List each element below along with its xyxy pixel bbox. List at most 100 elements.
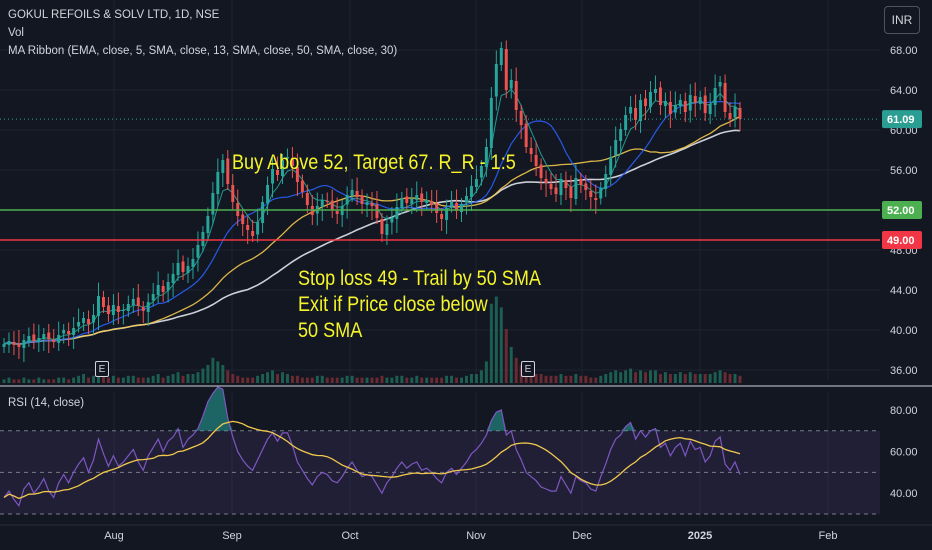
volume-bar [151, 375, 155, 383]
volume-bar [320, 375, 324, 383]
candle-body [171, 274, 175, 283]
candle-body [624, 115, 628, 130]
time-axis-label: Dec [572, 530, 592, 542]
volume-bar [67, 379, 71, 383]
time-axis-label: 2025 [688, 530, 712, 542]
volume-bar [604, 374, 608, 383]
volume-bar [509, 347, 513, 383]
candle-body [574, 178, 578, 199]
volume-bar [106, 377, 110, 383]
volume-bar [375, 377, 379, 383]
volume-bar [584, 375, 588, 383]
volume-bar [445, 375, 449, 383]
volume-bar [181, 375, 185, 383]
volume-bar [639, 370, 643, 383]
earnings-badge[interactable]: E [521, 361, 535, 377]
candle-body [584, 183, 588, 190]
candle-body [564, 180, 568, 188]
candle-body [22, 340, 26, 348]
volume-bar [534, 374, 538, 383]
candle-body [499, 48, 503, 65]
volume-bar [733, 374, 737, 383]
candle-body [489, 98, 493, 148]
candle-body [569, 186, 573, 198]
candle-body [474, 179, 478, 187]
candle-body [658, 87, 662, 105]
volume-bar [668, 374, 672, 383]
volume-bar [499, 307, 503, 383]
volume-bar [126, 375, 130, 383]
candle-body [206, 216, 210, 233]
price-tick-label: 64.00 [890, 85, 918, 97]
candle-body [663, 101, 667, 106]
volume-bar [479, 370, 483, 383]
stop-annotation-line2: Exit if Price close below [298, 293, 488, 316]
volume-bar [539, 374, 543, 383]
candle-body [400, 198, 404, 208]
candle-body [116, 306, 120, 312]
volume-bar [141, 377, 145, 383]
volume-bar [196, 372, 200, 383]
volume-bar [489, 303, 493, 383]
candle-body [554, 187, 558, 194]
volume-bar [728, 374, 732, 383]
currency-button[interactable]: INR [884, 6, 920, 34]
volume-bar [415, 375, 419, 383]
volume-bar [156, 374, 160, 383]
volume-bar [211, 357, 215, 383]
candle-body [440, 214, 444, 219]
candle-body [32, 334, 36, 341]
candle-body [12, 342, 16, 345]
volume-bar [425, 377, 429, 383]
volume-bar [619, 372, 623, 383]
candle-body [469, 186, 473, 197]
candle-body [131, 299, 135, 305]
candle-body [241, 214, 245, 224]
volume-bar [241, 377, 245, 383]
rsi-tick-label: 40.00 [890, 488, 918, 500]
candle-body [683, 101, 687, 112]
candle-body [723, 83, 727, 112]
candle-body [639, 100, 643, 121]
candle-body [614, 140, 618, 156]
time-axis-label: Nov [466, 530, 486, 542]
candle-body [146, 302, 150, 312]
volume-bar [27, 379, 31, 383]
volume-bar [17, 379, 21, 383]
volume-bar [166, 375, 170, 383]
candle-body [673, 105, 677, 113]
candle-body [27, 336, 31, 341]
volume-bar [57, 377, 61, 383]
candle-body [370, 203, 374, 206]
candle-body [360, 195, 364, 204]
volume-bar [171, 374, 175, 383]
volume-bar [261, 374, 265, 383]
candle-body [305, 193, 309, 205]
volume-bar [693, 374, 697, 383]
volume-bar [738, 375, 742, 383]
stop-annotation-line3: 50 SMA [298, 319, 363, 342]
volume-bar [460, 377, 463, 383]
volume-bar [310, 377, 314, 383]
candle-body [415, 195, 419, 200]
candle-body [375, 204, 379, 218]
volume-bar [390, 377, 394, 383]
volume-label: Vol [8, 27, 24, 39]
volume-bar [683, 374, 687, 383]
candle-body [738, 108, 742, 120]
volume-bar [723, 372, 727, 383]
volume-bar [7, 377, 11, 383]
volume-bar [708, 374, 712, 383]
volume-bar [256, 375, 260, 383]
volume-bar [385, 377, 389, 383]
candle-body [156, 285, 160, 295]
candle-body [226, 158, 230, 184]
volume-bar [281, 372, 284, 383]
earnings-badge[interactable]: E [95, 361, 109, 377]
volume-bar [206, 365, 210, 383]
volume-bar [87, 377, 91, 383]
candle-body [504, 49, 508, 90]
candle-body [82, 318, 86, 323]
candle-body [186, 266, 190, 273]
candle-body [166, 282, 170, 291]
